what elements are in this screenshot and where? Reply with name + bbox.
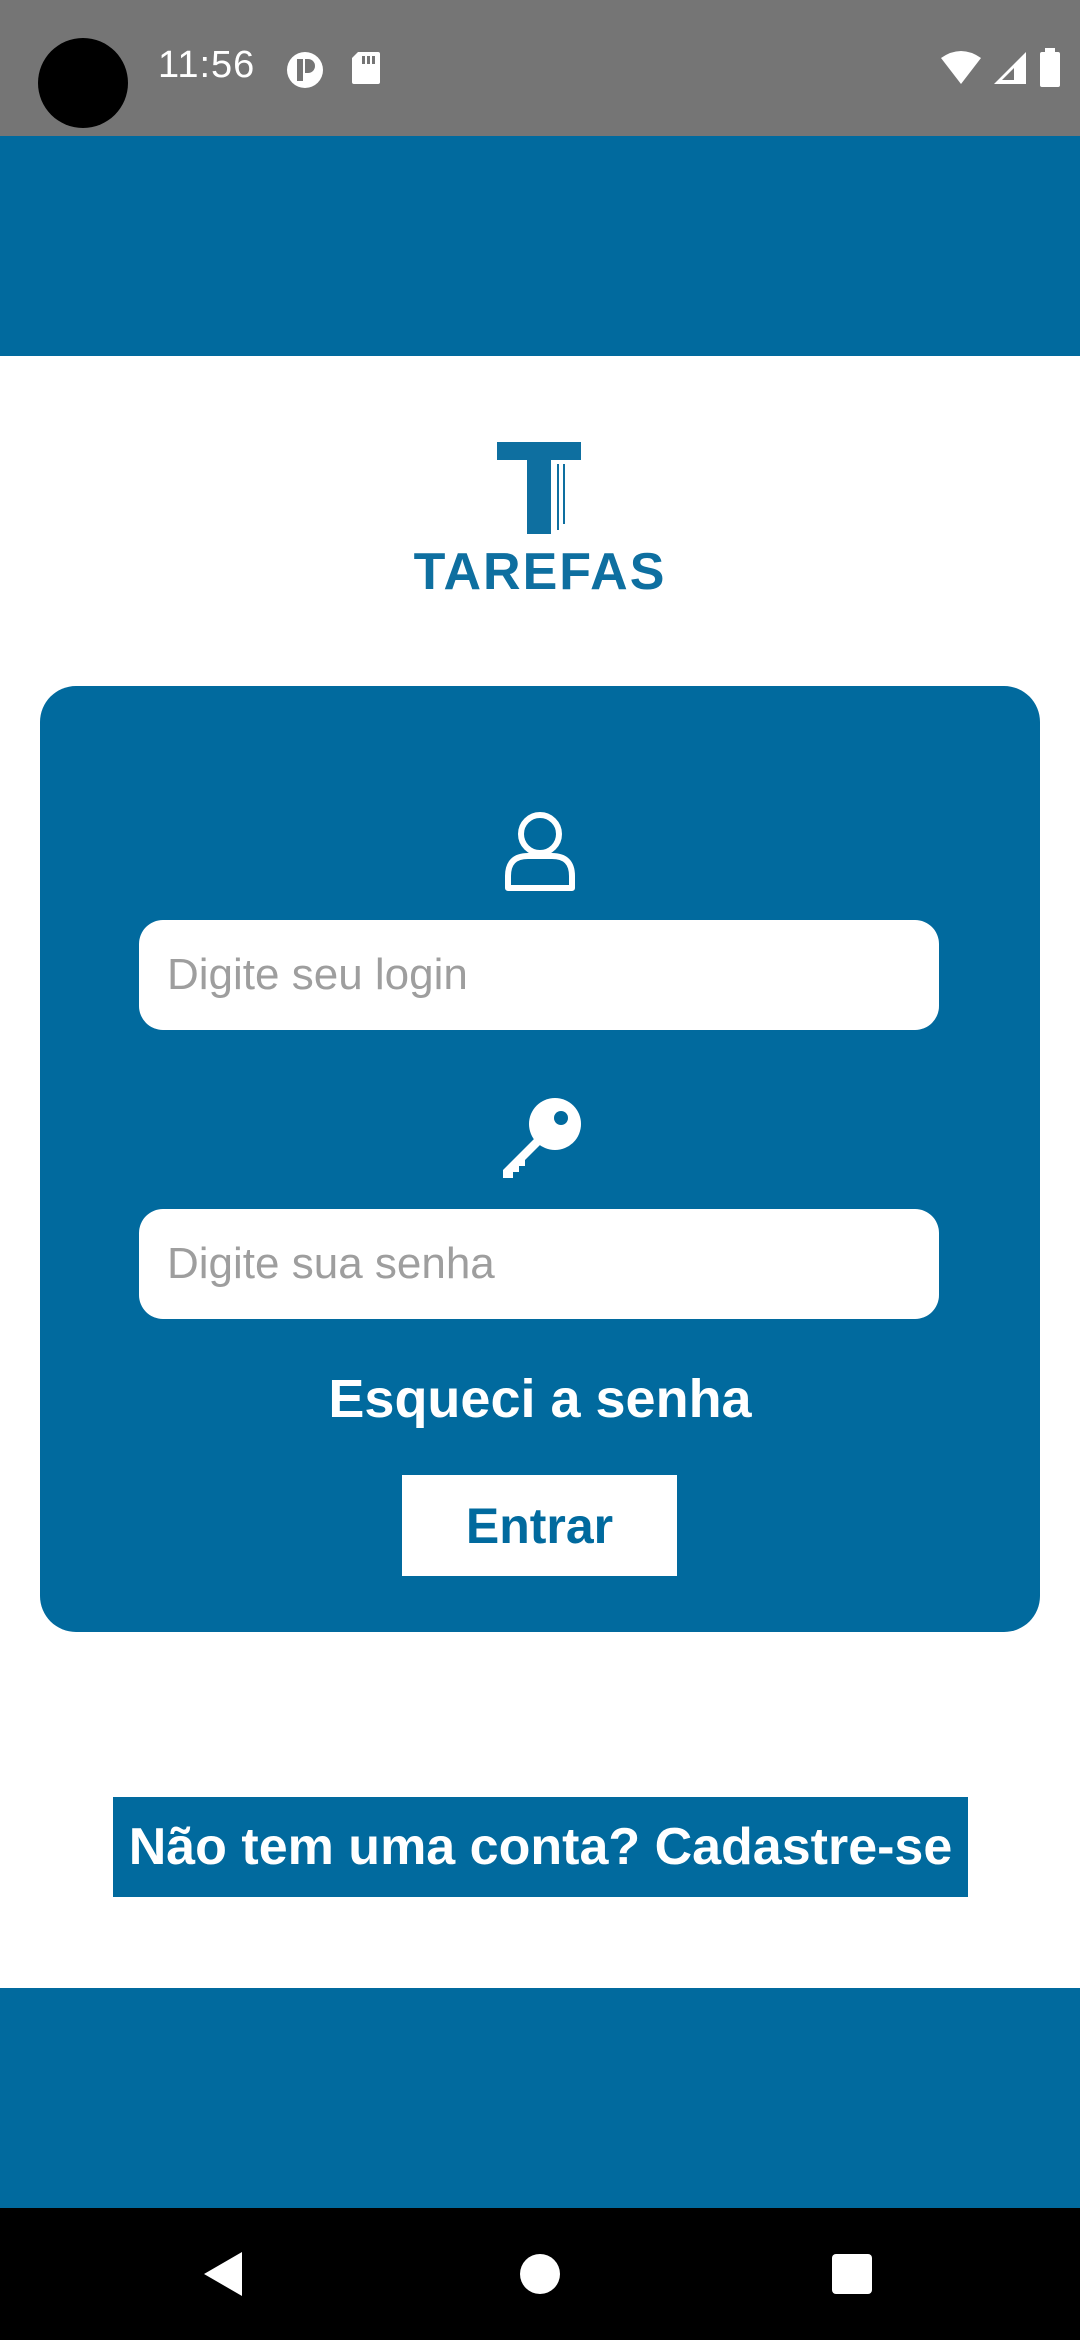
header-band	[0, 136, 1080, 356]
user-icon	[504, 810, 576, 897]
sd-card-icon	[350, 50, 382, 91]
login-screen: 11:56 TAREFAS Digite seu login Esqueci a…	[0, 0, 1080, 2340]
camera-cutout	[38, 38, 128, 128]
forgot-password-link[interactable]: Esqueci a senha	[0, 1368, 1080, 1430]
key-icon	[497, 1096, 583, 1185]
status-time: 11:56	[158, 44, 256, 86]
login-button[interactable]: Entrar	[402, 1475, 677, 1576]
logo-text: TAREFAS	[413, 543, 667, 601]
logo-t-icon	[497, 442, 581, 534]
recents-icon[interactable]	[830, 2248, 874, 2305]
status-bar: 11:56	[0, 0, 1080, 136]
cellular-icon	[992, 50, 1028, 91]
battery-icon	[1038, 48, 1062, 93]
wifi-icon	[940, 50, 982, 91]
app-logo: TAREFAS	[0, 440, 1080, 602]
signal-p-icon	[285, 50, 325, 95]
footer-band	[0, 1988, 1080, 2208]
signup-button[interactable]: Não tem uma conta? Cadastre-se	[113, 1797, 968, 1897]
password-input[interactable]	[139, 1209, 939, 1319]
home-icon[interactable]	[518, 2248, 562, 2305]
login-input[interactable]	[139, 920, 939, 1030]
status-icons-right	[940, 48, 1062, 93]
navigation-bar	[0, 2208, 1080, 2340]
back-icon[interactable]	[200, 2248, 246, 2305]
